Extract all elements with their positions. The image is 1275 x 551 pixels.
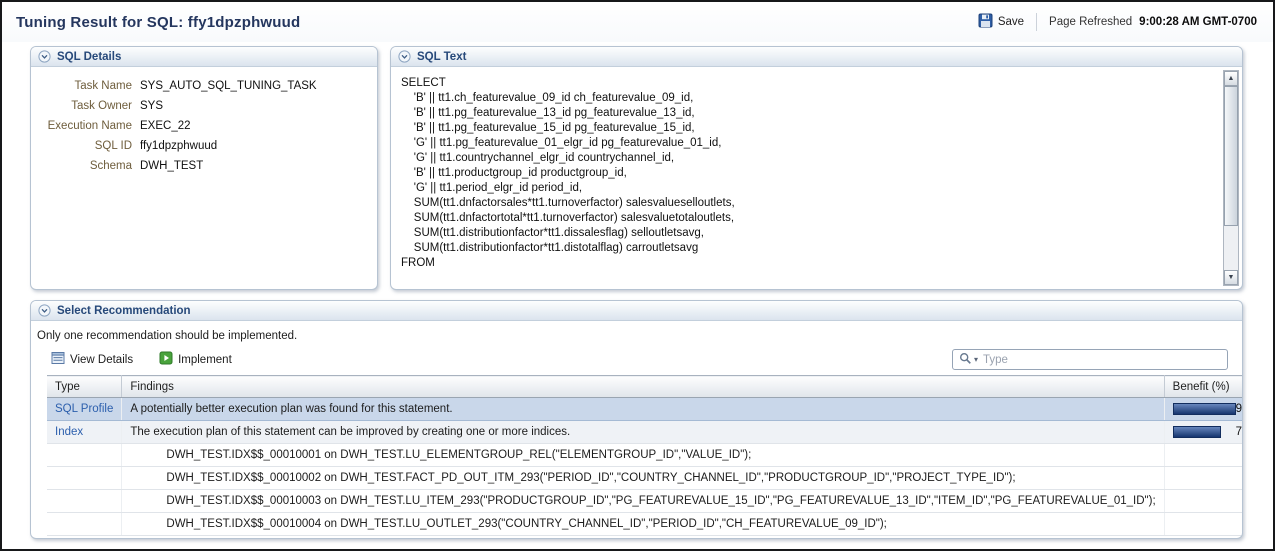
benefit-bar xyxy=(1173,403,1236,415)
detail-field-value: SYS_AUTO_SQL_TUNING_TASK xyxy=(140,76,317,96)
sql-text-header: SQL Text xyxy=(391,47,1242,67)
detail-field-value: ffy1dpzphwuud xyxy=(140,136,217,156)
view-details-label: View Details xyxy=(70,354,133,366)
sql-details-panel: SQL Details Task Name SYS_AUTO_SQL_TUNING… xyxy=(30,46,378,290)
detail-field-row: Execution Name EXEC_22 xyxy=(37,116,367,136)
findings-cell: DWH_TEST.IDX$$_00010001 on DWH_TEST.LU_E… xyxy=(122,444,1164,467)
recommendation-type-link[interactable]: SQL Profile xyxy=(55,403,113,415)
column-header-benefit: Benefit (%) xyxy=(1164,376,1243,398)
type-cell xyxy=(47,490,122,513)
magnifier-icon xyxy=(959,352,972,368)
benefit-cell-wrap xyxy=(1164,467,1243,490)
benefit-cell-wrap xyxy=(1164,444,1243,467)
findings-cell: A potentially better execution plan was … xyxy=(122,398,1164,421)
select-recommendation-title: Select Recommendation xyxy=(57,305,191,317)
benefit-indicator: 70.88 xyxy=(1173,426,1243,438)
benefit-cell-wrap xyxy=(1164,490,1243,513)
collapse-chevron-icon[interactable] xyxy=(38,304,51,317)
benefit-value: 93.14 xyxy=(1236,403,1243,415)
table-row[interactable]: DWH_TEST.IDX$$_00010003 on DWH_TEST.LU_I… xyxy=(47,490,1243,513)
sql-text-panel: SQL Text SELECT 'B' || tt1.ch_featureval… xyxy=(390,46,1243,290)
benefit-cell-wrap: 93.14 xyxy=(1164,398,1243,421)
benefit-cell-wrap xyxy=(1164,513,1243,536)
benefit-cell-wrap: 70.88 xyxy=(1164,421,1243,444)
detail-field-value: DWH_TEST xyxy=(140,156,203,176)
type-cell xyxy=(47,513,122,536)
type-cell xyxy=(47,467,122,490)
header-actions: Save Page Refreshed 9:00:28 AM GMT-0700 xyxy=(978,13,1257,31)
search-caret-icon[interactable]: ▾ xyxy=(974,355,978,364)
column-header-type: Type xyxy=(47,376,122,398)
type-cell xyxy=(47,444,122,467)
page-refreshed: Page Refreshed 9:00:28 AM GMT-0700 xyxy=(1049,16,1257,28)
detail-field-value: SYS xyxy=(140,96,163,116)
scroll-down-button[interactable]: ▼ xyxy=(1224,270,1238,285)
recommendation-toolbar: View Details Implement ▾ xyxy=(31,347,1242,375)
sql-details-fields: Task NameSYS_AUTO_SQL_TUNING_TASKTask Ow… xyxy=(31,67,377,176)
detail-field-row: Schema DWH_TEST xyxy=(37,156,367,176)
type-cell: Index xyxy=(47,421,122,444)
detail-field-label: Task Owner xyxy=(37,96,132,116)
implement-label: Implement xyxy=(178,354,232,366)
header-divider xyxy=(1036,13,1037,31)
recommendation-note: Only one recommendation should be implem… xyxy=(31,321,1242,347)
page-refreshed-time: 9:00:28 AM GMT-0700 xyxy=(1139,16,1257,28)
scrollbar-track[interactable] xyxy=(1224,86,1238,270)
sql-details-title: SQL Details xyxy=(57,51,121,63)
page-header: Tuning Result for SQL: ffy1dpzphwuud Sav… xyxy=(2,2,1273,42)
scrollbar-thumb[interactable] xyxy=(1224,86,1238,226)
page-refreshed-label: Page Refreshed xyxy=(1049,16,1132,28)
sql-text-content: SELECT 'B' || tt1.ch_featurevalue_09_id … xyxy=(391,67,1242,289)
filter-search-box[interactable]: ▾ xyxy=(952,349,1228,370)
findings-cell: The execution plan of this statement can… xyxy=(122,421,1164,444)
view-details-table-icon xyxy=(51,351,65,368)
detail-field-label: Execution Name xyxy=(37,116,132,136)
tuning-result-page: Tuning Result for SQL: ffy1dpzphwuud Sav… xyxy=(0,0,1275,551)
table-row[interactable]: DWH_TEST.IDX$$_00010001 on DWH_TEST.LU_E… xyxy=(47,444,1243,467)
scroll-up-button[interactable]: ▲ xyxy=(1224,71,1238,86)
type-cell: SQL Profile xyxy=(47,398,122,421)
table-row[interactable]: DWH_TEST.IDX$$_00010002 on DWH_TEST.FACT… xyxy=(47,467,1243,490)
save-button-label: Save xyxy=(998,16,1024,28)
table-header-row: Type Findings Benefit (%) xyxy=(47,376,1243,398)
select-recommendation-header: Select Recommendation xyxy=(31,301,1242,321)
sql-text-body: SELECT 'B' || tt1.ch_featurevalue_09_id … xyxy=(391,67,1242,289)
findings-cell: DWH_TEST.IDX$$_00010002 on DWH_TEST.FACT… xyxy=(122,467,1164,490)
detail-field-value: EXEC_22 xyxy=(140,116,191,136)
collapse-chevron-icon[interactable] xyxy=(398,50,411,63)
detail-field-row: SQL ID ffy1dpzphwuud xyxy=(37,136,367,156)
detail-field-label: Schema xyxy=(37,156,132,176)
findings-cell: DWH_TEST.IDX$$_00010004 on DWH_TEST.LU_O… xyxy=(122,513,1164,536)
detail-field-label: SQL ID xyxy=(37,136,132,156)
recommendation-table: Type Findings Benefit (%) SQL Profile A p… xyxy=(47,375,1243,536)
implement-button[interactable]: Implement xyxy=(159,351,232,368)
sql-text-title: SQL Text xyxy=(417,51,466,63)
top-panels-row: SQL Details Task Name SYS_AUTO_SQL_TUNING… xyxy=(30,46,1243,290)
page-title: Tuning Result for SQL: ffy1dpzphwuud xyxy=(16,14,300,31)
findings-cell: DWH_TEST.IDX$$_00010003 on DWH_TEST.LU_I… xyxy=(122,490,1164,513)
detail-field-row: Task Name SYS_AUTO_SQL_TUNING_TASK xyxy=(37,76,367,96)
sql-text-scrollbar[interactable]: ▲ ▼ xyxy=(1223,70,1239,286)
recommendation-type-link[interactable]: Index xyxy=(55,426,83,438)
collapse-chevron-icon[interactable] xyxy=(38,50,51,63)
table-row[interactable]: DWH_TEST.IDX$$_00010004 on DWH_TEST.LU_O… xyxy=(47,513,1243,536)
detail-field-label: Task Name xyxy=(37,76,132,96)
table-row[interactable]: SQL Profile A potentially better executio… xyxy=(47,398,1243,421)
filter-search-input[interactable] xyxy=(983,354,1221,366)
save-button[interactable]: Save xyxy=(978,13,1024,31)
implement-play-icon xyxy=(159,351,173,368)
benefit-indicator: 93.14 xyxy=(1173,403,1243,415)
benefit-bar xyxy=(1173,426,1221,438)
column-header-findings: Findings xyxy=(122,376,1164,398)
recommendation-table-body: SQL Profile A potentially better executio… xyxy=(47,398,1243,536)
benefit-value: 70.88 xyxy=(1236,426,1243,438)
table-row[interactable]: Index The execution plan of this statemen… xyxy=(47,421,1243,444)
select-recommendation-panel: Select Recommendation Only one recommend… xyxy=(30,300,1243,539)
sql-details-header: SQL Details xyxy=(31,47,377,67)
save-disk-icon xyxy=(978,13,993,31)
detail-field-row: Task Owner SYS xyxy=(37,96,367,116)
view-details-button[interactable]: View Details xyxy=(51,351,133,368)
